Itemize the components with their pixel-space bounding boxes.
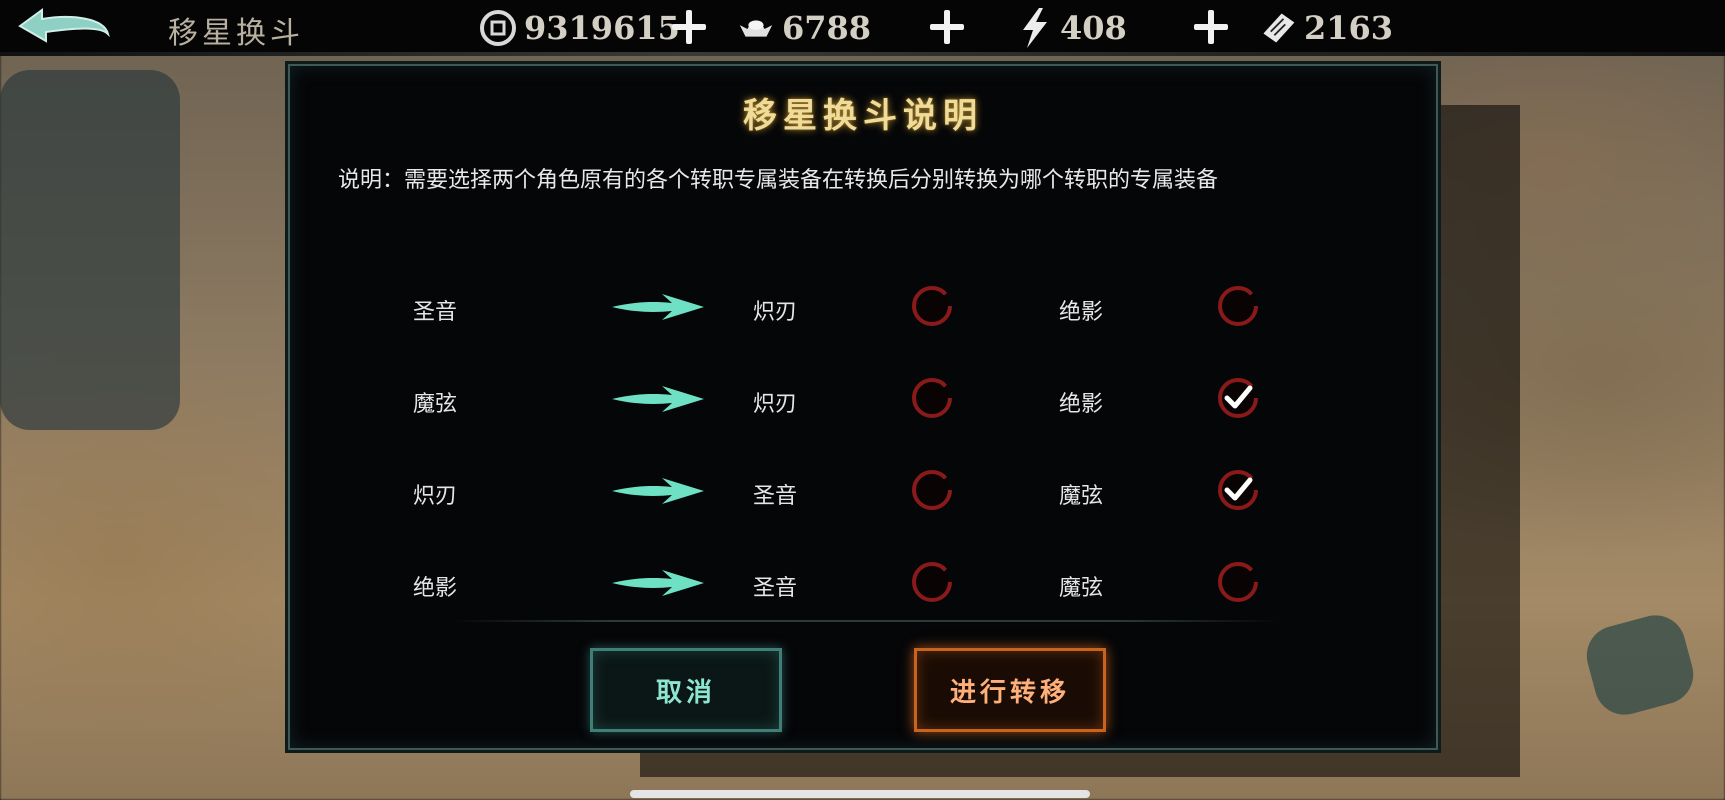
conversion-row: 绝影 圣音 魔弦 (290, 558, 1436, 608)
option-checkbox[interactable] (1214, 558, 1262, 606)
option-class-label: 炽刃 (752, 300, 797, 325)
page-title: 移星换斗 (168, 16, 304, 51)
resource-ticket: 2163 (1258, 6, 1393, 50)
source-class-label: 魔弦 (412, 392, 457, 417)
add-silver-button[interactable] (928, 8, 966, 46)
option-class-label: 炽刃 (752, 392, 797, 417)
option-class-label: 圣音 (752, 484, 797, 509)
arrow-right-icon (612, 478, 704, 504)
source-class-label: 炽刃 (412, 484, 457, 509)
background-scenery (0, 70, 180, 430)
conversion-row: 圣音 炽刃 绝影 (290, 282, 1436, 332)
silver-ingot-icon (736, 8, 776, 48)
option-checkbox[interactable] (908, 558, 956, 606)
checked-circle-icon (1218, 378, 1258, 418)
resource-silver: 6788 (736, 6, 871, 50)
back-arrow-icon (18, 8, 110, 43)
empty-circle-icon (912, 378, 952, 418)
coin-icon (478, 8, 518, 48)
add-coin-button[interactable] (670, 8, 708, 46)
option-class-label: 绝影 (1058, 392, 1103, 417)
option-class-label: 圣音 (752, 576, 797, 601)
back-button[interactable] (12, 4, 112, 52)
conversion-row: 魔弦 炽刃 绝影 (290, 374, 1436, 424)
option-checkbox[interactable] (1214, 282, 1262, 330)
source-class-label: 绝影 (412, 576, 457, 601)
transfer-button[interactable]: 进行转移 (914, 648, 1106, 732)
ticket-value: 2163 (1304, 9, 1394, 47)
add-energy-button[interactable] (1192, 8, 1230, 46)
arrow-right-icon (612, 386, 704, 412)
empty-circle-icon (1218, 286, 1258, 326)
source-class-label: 圣音 (412, 300, 457, 325)
option-checkbox[interactable] (908, 374, 956, 422)
cancel-button[interactable]: 取消 (590, 648, 782, 732)
dialog-divider (450, 620, 1280, 622)
top-bar-divider (0, 52, 1725, 56)
resource-coin: 9319615 (478, 6, 680, 50)
energy-value: 408 (1060, 9, 1127, 47)
option-class-label: 绝影 (1058, 300, 1103, 325)
option-class-label: 魔弦 (1058, 484, 1103, 509)
coin-value: 9319615 (524, 9, 680, 47)
home-indicator (630, 790, 1090, 798)
option-checkbox[interactable] (1214, 374, 1262, 422)
arrow-right-icon (612, 570, 704, 596)
lightning-energy-icon (1014, 8, 1054, 48)
dialog-description: 说明：需要选择两个角色原有的各个转职专属装备在转换后分别转换为哪个转职的专属装备 (338, 168, 1219, 193)
silver-value: 6788 (782, 9, 872, 47)
empty-circle-icon (912, 286, 952, 326)
top-bar: 移星换斗 9319615 6788 408 2163 (0, 0, 1725, 56)
swap-explanation-dialog: 移星换斗说明 说明：需要选择两个角色原有的各个转职专属装备在转换后分别转换为哪个… (288, 64, 1438, 750)
resource-energy: 408 (1014, 6, 1127, 50)
checked-circle-icon (1218, 470, 1258, 510)
empty-circle-icon (912, 470, 952, 510)
empty-circle-icon (1218, 562, 1258, 602)
arrow-right-icon (612, 294, 704, 320)
dialog-title: 移星换斗说明 (743, 96, 983, 136)
option-checkbox[interactable] (908, 282, 956, 330)
empty-circle-icon (912, 562, 952, 602)
option-checkbox[interactable] (1214, 466, 1262, 514)
option-checkbox[interactable] (908, 466, 956, 514)
ticket-icon (1258, 8, 1298, 48)
option-class-label: 魔弦 (1058, 576, 1103, 601)
conversion-row: 炽刃 圣音 魔弦 (290, 466, 1436, 516)
